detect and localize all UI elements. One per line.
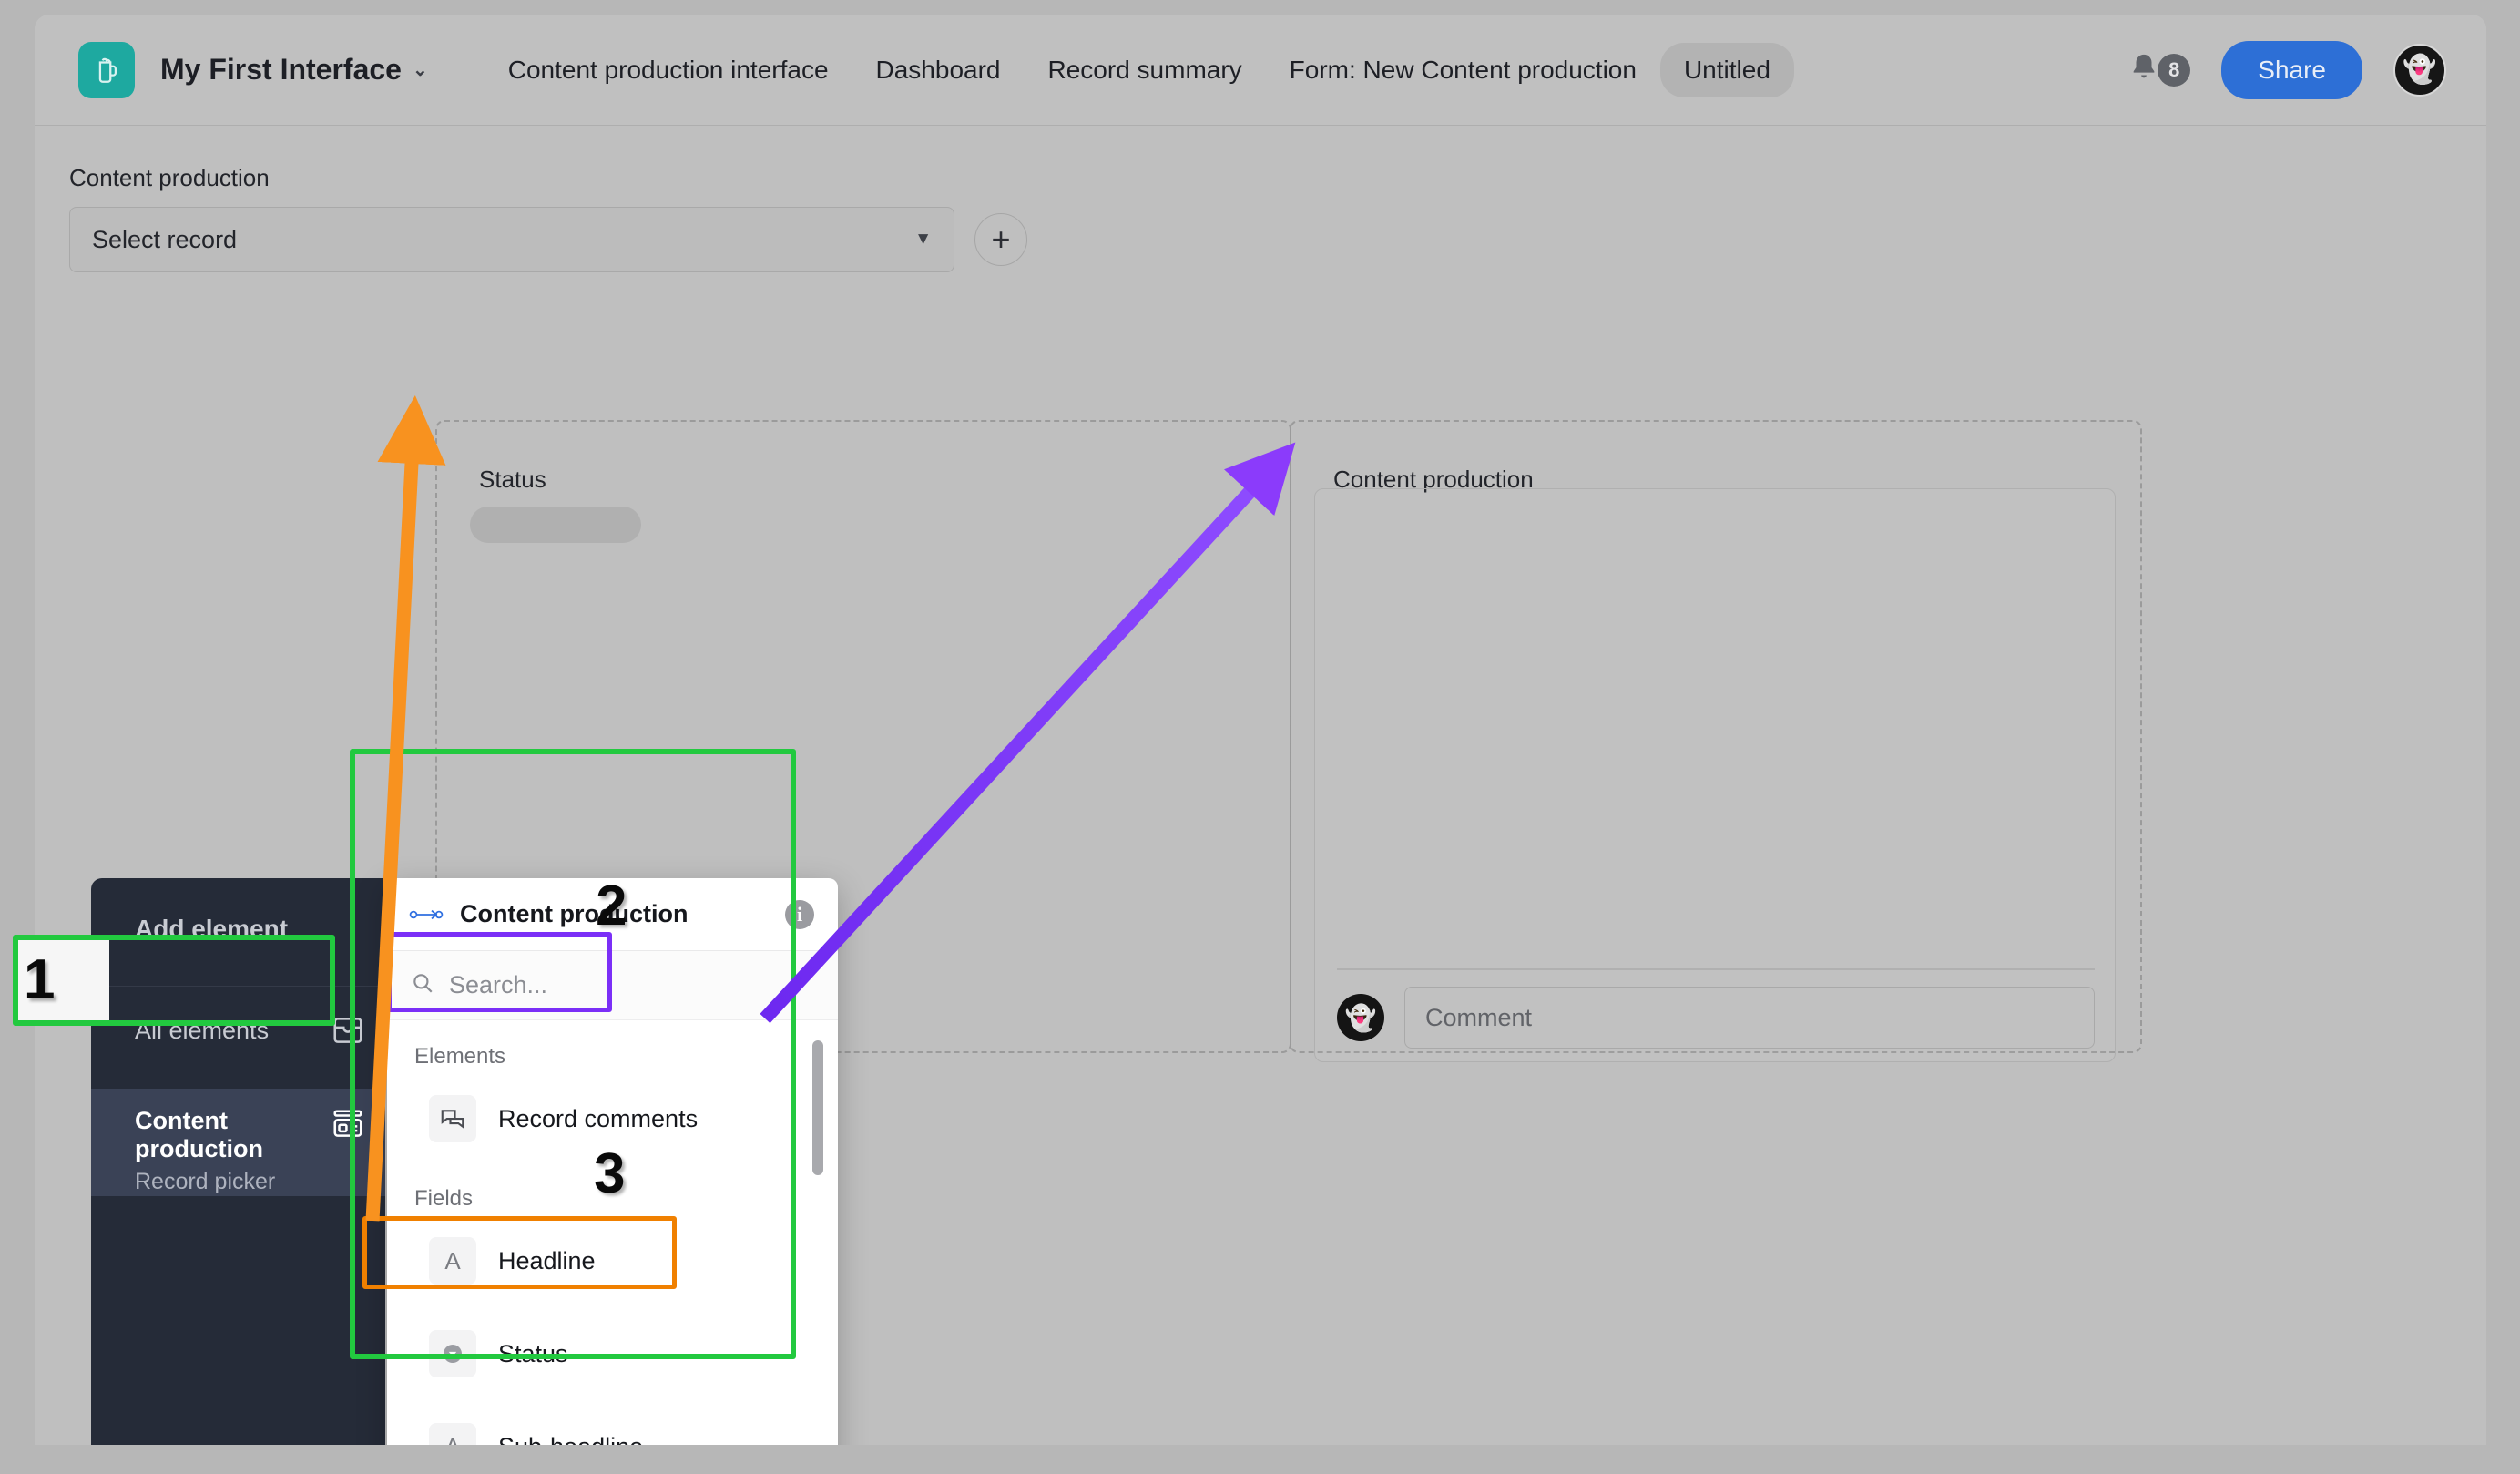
comment-composer: 👻 [1337, 987, 2095, 1049]
search-icon [411, 971, 434, 999]
add-element-panel: Add element All elements Content product… [91, 878, 385, 1445]
workspace-name-label: My First Interface [160, 53, 402, 86]
list-item-label: Record comments [498, 1104, 699, 1132]
add-element-item-sublabel: Record picker [135, 1169, 276, 1194]
annotation-number-3: 3 [594, 1142, 626, 1205]
annotation-number-1: 1 [24, 948, 56, 1011]
list-item-label: Status [498, 1339, 568, 1367]
add-element-item-texts: Content production Record picker [135, 1107, 331, 1195]
flyout-search-row [387, 951, 838, 1020]
add-element-panel-title: Add element [135, 915, 289, 943]
divider [1337, 968, 2095, 970]
tab-untitled[interactable]: Untitled [1659, 42, 1794, 97]
tab-content-production-interface[interactable]: Content production interface [485, 43, 852, 97]
tab-record-summary[interactable]: Record summary [1025, 43, 1266, 97]
workspace-name[interactable]: My First Interface ⌄ [160, 53, 428, 87]
text-field-icon: A [429, 1423, 476, 1445]
record-picker-icon [331, 1107, 365, 1141]
list-item-label: Headline [498, 1246, 596, 1274]
annotation-number-2: 2 [596, 875, 627, 937]
tab-form-new-content-production[interactable]: Form: New Content production [1266, 43, 1660, 97]
select-record-value: Select record [92, 225, 238, 253]
beer-mug-icon[interactable] [78, 41, 135, 98]
app-window: My First Interface ⌄ Content production … [35, 15, 2486, 1445]
notification-count-badge: 8 [2158, 53, 2191, 87]
status-element-title: Status [479, 466, 546, 493]
flyout-body: Elements Record comments Fields A Headli… [387, 1020, 838, 1445]
list-item-label: Sub-headline [498, 1433, 643, 1446]
page-body: Content production Select record ▼ + Sta… [35, 126, 2486, 1445]
status-value-placeholder [470, 507, 641, 543]
top-bar-right: 8 Share 👻 [2128, 40, 2446, 99]
tab-dashboard[interactable]: Dashboard [852, 43, 1025, 97]
comment-input[interactable] [1404, 987, 2095, 1049]
info-icon[interactable]: i [785, 899, 814, 929]
record-picker-row: Select record ▼ + [69, 207, 1027, 272]
avatar[interactable]: 👻 [2393, 43, 2446, 97]
add-element-item-content-production[interactable]: Content production Record picker [91, 1089, 385, 1196]
scrollbar[interactable] [812, 1040, 823, 1175]
notifications-button[interactable]: 8 [2128, 52, 2191, 87]
chevron-down-icon: ▼ [914, 230, 932, 249]
chevron-down-icon: ⌄ [412, 59, 428, 80]
top-bar: My First Interface ⌄ Content production … [35, 15, 2486, 126]
list-item-status[interactable]: Status [402, 1310, 827, 1397]
comment-avatar: 👻 [1337, 994, 1384, 1041]
add-record-button[interactable]: + [974, 213, 1027, 266]
ghost-avatar-glyph: 👻 [1344, 1003, 1377, 1032]
add-element-item-label: All elements [135, 1016, 270, 1044]
text-field-icon: A [429, 1237, 476, 1285]
add-element-item-label: Content production [135, 1107, 263, 1162]
single-select-icon [429, 1330, 476, 1377]
flyout-title: Content production [460, 900, 689, 927]
bell-icon [2128, 52, 2159, 87]
share-button[interactable]: Share [2221, 40, 2362, 99]
record-picker-label: Content production [69, 164, 270, 191]
list-item-sub-headline[interactable]: A Sub-headline [402, 1403, 827, 1445]
archive-icon [331, 1013, 365, 1048]
section-label-elements: Elements [414, 1044, 506, 1069]
add-element-item-all-elements[interactable]: All elements [91, 987, 385, 1074]
record-picker-block: Content production Select record ▼ + [69, 164, 1027, 272]
select-record-dropdown[interactable]: Select record ▼ [69, 207, 954, 272]
record-comments-card [1314, 488, 2116, 1062]
search-input[interactable] [449, 971, 814, 999]
nav-tabs: Content production interface Dashboard R… [485, 42, 1794, 97]
link-arrow-icon [409, 906, 445, 923]
list-item-headline[interactable]: A Headline [402, 1217, 827, 1305]
ghost-avatar-glyph: 👻 [2403, 55, 2437, 85]
comment-bubbles-icon [429, 1095, 476, 1142]
